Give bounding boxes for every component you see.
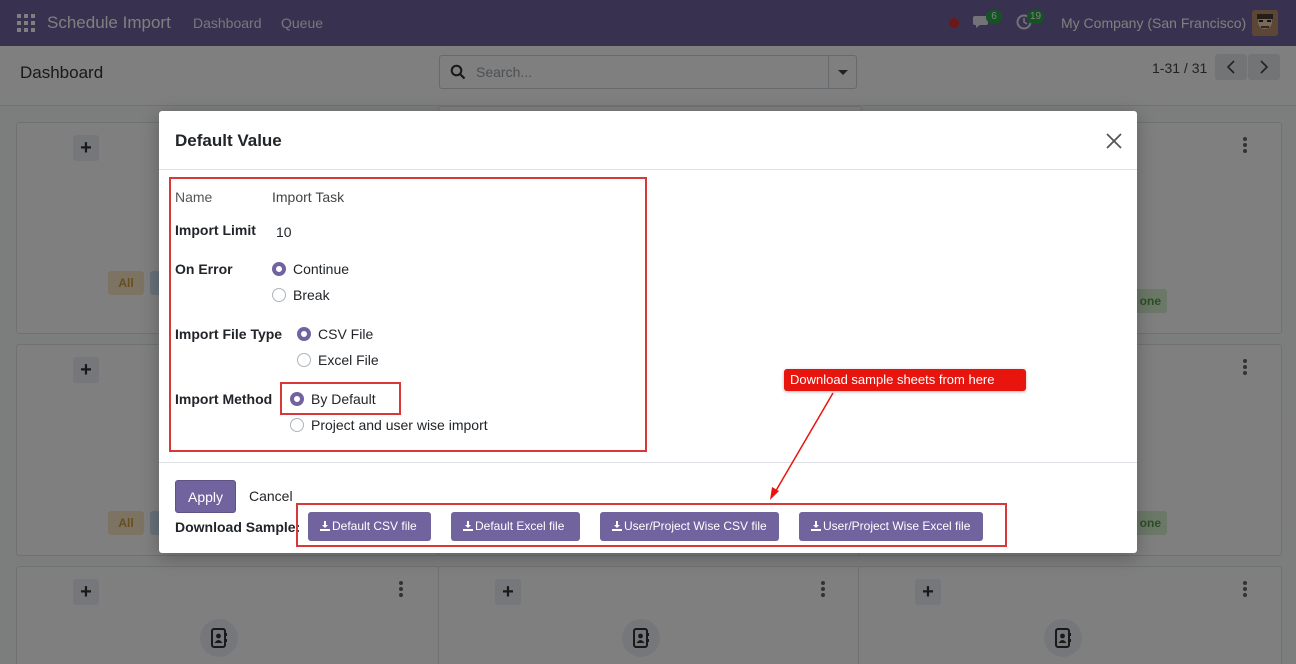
name-label: Name xyxy=(175,189,213,205)
download-project-csv-label: User/Project Wise CSV file xyxy=(624,519,767,533)
method-project-user-label[interactable]: Project and user wise import xyxy=(311,417,488,433)
form-highlight-box xyxy=(169,177,647,452)
download-icon xyxy=(612,521,622,531)
cancel-button[interactable]: Cancel xyxy=(249,488,293,504)
download-sample-label: Download Sample: xyxy=(175,519,301,535)
file-type-excel-label[interactable]: Excel File xyxy=(318,352,379,368)
on-error-break-radio[interactable] xyxy=(272,288,286,302)
import-limit-label: Import Limit xyxy=(175,222,256,238)
modal-header: Default Value xyxy=(159,111,1137,170)
file-type-csv-label[interactable]: CSV File xyxy=(318,326,373,342)
annotation-arrow-icon xyxy=(770,392,834,500)
download-default-excel-button[interactable]: Default Excel file xyxy=(451,512,580,541)
on-error-break-label[interactable]: Break xyxy=(293,287,330,303)
download-default-csv-label: Default CSV file xyxy=(332,519,417,533)
on-error-label: On Error xyxy=(175,261,233,277)
download-default-csv-button[interactable]: Default CSV file xyxy=(308,512,431,541)
modal-footer: Apply Cancel Download Sample: Default CS… xyxy=(159,462,1137,553)
download-project-csv-button[interactable]: User/Project Wise CSV file xyxy=(600,512,779,541)
method-default-radio[interactable] xyxy=(290,392,304,406)
on-error-continue-label[interactable]: Continue xyxy=(293,261,349,277)
name-value[interactable]: Import Task xyxy=(272,189,344,205)
method-default-label[interactable]: By Default xyxy=(311,391,376,407)
download-icon xyxy=(320,521,330,531)
import-file-type-label: Import File Type xyxy=(175,326,283,342)
download-project-excel-button[interactable]: User/Project Wise Excel file xyxy=(799,512,983,541)
file-type-excel-radio[interactable] xyxy=(297,353,311,367)
import-limit-value[interactable]: 10 xyxy=(276,224,292,240)
modal-title: Default Value xyxy=(175,131,282,150)
on-error-continue-radio[interactable] xyxy=(272,262,286,276)
download-icon xyxy=(463,521,473,531)
file-type-csv-radio[interactable] xyxy=(297,327,311,341)
close-icon[interactable] xyxy=(1105,132,1123,150)
import-method-label: Import Method xyxy=(175,391,273,407)
apply-button[interactable]: Apply xyxy=(175,480,236,513)
scrollbar-thumb[interactable] xyxy=(1283,404,1293,540)
download-project-excel-label: User/Project Wise Excel file xyxy=(823,519,971,533)
method-project-user-radio[interactable] xyxy=(290,418,304,432)
default-value-dialog: Default Value Name Import Task Import Li… xyxy=(159,111,1137,553)
download-icon xyxy=(811,521,821,531)
download-default-excel-label: Default Excel file xyxy=(475,519,565,533)
